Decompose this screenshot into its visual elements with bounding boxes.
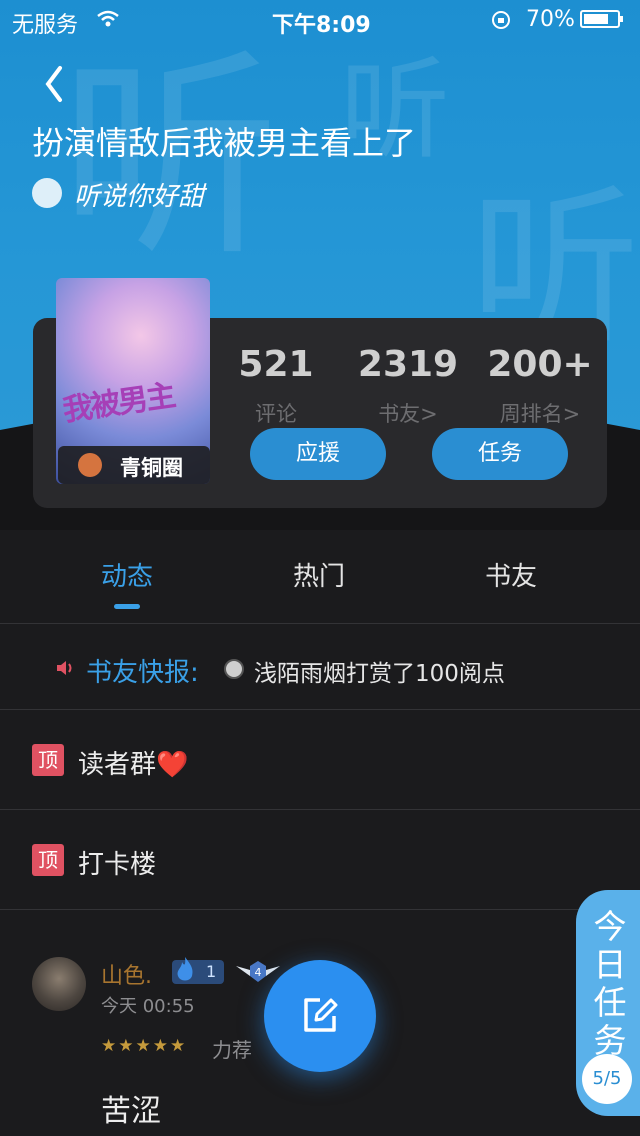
rating-tag: 力荐 <box>212 1038 252 1062</box>
bronze-medal-icon <box>78 453 102 477</box>
friends-label[interactable]: 书友> <box>333 398 483 428</box>
news-user-avatar <box>224 659 244 679</box>
news-label: 书友快报: <box>86 658 199 688</box>
support-button[interactable]: 应援 <box>250 428 386 480</box>
tasks-button[interactable]: 任务 <box>432 428 568 480</box>
wifi-icon <box>97 10 119 27</box>
flame-icon <box>177 957 193 981</box>
author-avatar-icon <box>32 178 62 208</box>
today-task-label: 今日任务 <box>593 907 627 1060</box>
pinned-item-checkin[interactable]: 打卡楼 <box>78 844 156 881</box>
pinned-badge: 顶 <box>32 844 64 876</box>
back-chevron-icon[interactable] <box>38 62 74 106</box>
author-name: 听说你好甜 <box>74 182 205 212</box>
divider <box>0 709 640 710</box>
post-time: 今天 00:55 <box>101 996 195 1017</box>
speaker-icon <box>57 661 72 675</box>
post-content[interactable]: 苦涩 <box>101 1086 161 1130</box>
clock-text: 下午8:09 <box>272 13 371 38</box>
divider <box>0 809 640 810</box>
post-username[interactable]: 山色. <box>101 958 152 990</box>
rotation-lock-icon <box>492 11 510 29</box>
pinned-badge: 顶 <box>32 744 64 776</box>
compose-button[interactable] <box>264 960 376 1072</box>
rating-stars: ★★★★★ <box>101 1036 188 1056</box>
fan-level-badge: 1 <box>172 957 224 984</box>
carrier-text: 无服务 <box>12 13 79 38</box>
divider <box>0 623 640 624</box>
weekly-rank[interactable]: 200+ <box>465 344 615 385</box>
fan-level-number: 1 <box>206 962 217 981</box>
weekly-rank-label[interactable]: 周排名> <box>465 398 615 428</box>
edit-icon <box>304 998 338 1032</box>
wing-badge-number: 4 <box>255 966 262 979</box>
book-title: 扮演情敌后我被男主看上了 <box>32 124 417 162</box>
comment-count: 521 <box>238 344 314 385</box>
divider <box>0 909 640 910</box>
today-task-progress: 5/5 <box>582 1054 632 1104</box>
status-bar: 无服务 下午8:09 70% <box>0 0 640 40</box>
active-tab-indicator <box>114 604 140 609</box>
battery-icon <box>580 10 623 28</box>
tab-feed[interactable]: 动态 <box>67 556 187 593</box>
pinned-item-reader-group[interactable]: 读者群❤️ <box>78 744 188 781</box>
today-task-button[interactable]: 今日任务 5/5 <box>576 890 640 1116</box>
battery-percent: 70% <box>526 7 575 32</box>
cover-title-art: 我被男主 <box>60 378 177 429</box>
comment-label: 评论 <box>255 402 297 426</box>
news-text[interactable]: 浅陌雨烟打赏了100阅点 <box>254 654 505 688</box>
post-avatar[interactable] <box>32 957 86 1011</box>
friends-count[interactable]: 2319 <box>333 344 483 385</box>
tier-label: 青铜圈 <box>120 456 183 480</box>
tab-friends[interactable]: 书友 <box>451 556 571 593</box>
tab-hot[interactable]: 热门 <box>259 556 379 593</box>
tier-badge[interactable]: 青铜圈 <box>58 446 210 484</box>
